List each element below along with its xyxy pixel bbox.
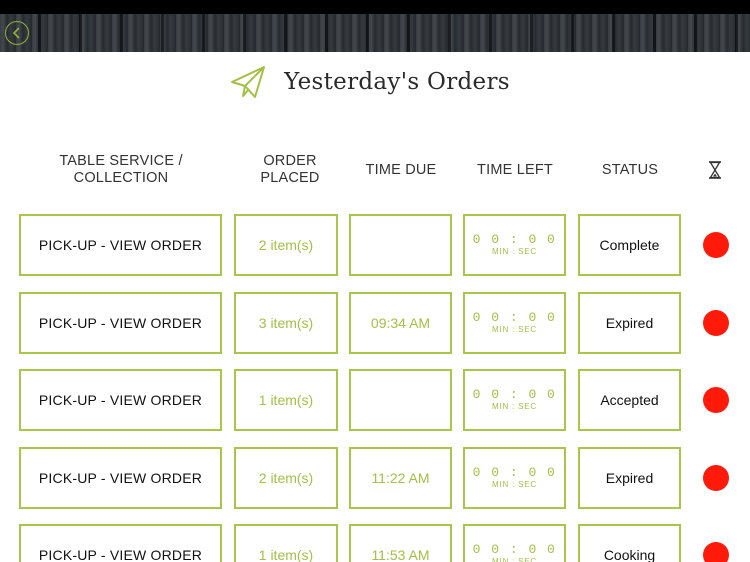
item-count: 1 item(s) bbox=[258, 392, 314, 408]
time-due: 11:22 AM bbox=[371, 470, 430, 486]
timer-units: MIN : SEC bbox=[492, 480, 537, 489]
order-row: PICK-UP - VIEW ORDER 1 item(s) 0 0 : 0 0 MI… bbox=[0, 369, 750, 431]
order-status: Cooking bbox=[603, 547, 656, 562]
time-due: 09:34 AM bbox=[370, 315, 431, 331]
view-order-button[interactable]: PICK-UP - VIEW ORDER bbox=[19, 524, 222, 562]
order-status: Complete bbox=[599, 237, 660, 253]
order-row: PICK-UP - VIEW ORDER 2 item(s) 11:22 AM 0 0… bbox=[0, 447, 750, 509]
column-header-status: STATUS bbox=[601, 161, 659, 178]
timer-units: MIN : SEC bbox=[492, 402, 537, 411]
timer-units: MIN : SEC bbox=[492, 325, 537, 334]
countdown-timer: 0 0 : 0 0 bbox=[472, 310, 557, 325]
page-title: Yesterday's Orders bbox=[284, 69, 510, 95]
time-due-cell: 09:34 AM bbox=[349, 292, 452, 354]
item-count: 2 item(s) bbox=[258, 237, 314, 253]
time-left-cell: 0 0 : 0 0 MIN : SEC bbox=[463, 524, 566, 562]
status-indicator-dot[interactable] bbox=[703, 310, 729, 336]
status-cell: Cooking bbox=[578, 524, 681, 562]
column-header-timer bbox=[700, 150, 730, 190]
status-indicator-dot[interactable] bbox=[703, 542, 729, 562]
time-left-cell: 0 0 : 0 0 MIN : SEC bbox=[463, 214, 566, 276]
service-label: PICK-UP - VIEW ORDER bbox=[38, 237, 203, 253]
order-placed-cell: 2 item(s) bbox=[234, 447, 338, 509]
order-row: PICK-UP - VIEW ORDER 3 item(s) 09:34 AM 0 0… bbox=[0, 292, 750, 354]
countdown-timer: 0 0 : 0 0 bbox=[472, 387, 557, 402]
chevron-left-icon bbox=[12, 27, 20, 39]
time-due-cell bbox=[349, 369, 452, 431]
countdown-timer: 0 0 : 0 0 bbox=[472, 232, 557, 247]
time-due: 11:53 AM bbox=[371, 547, 430, 562]
timer-units: MIN : SEC bbox=[492, 557, 537, 562]
hourglass-icon bbox=[709, 161, 721, 179]
status-indicator-dot[interactable] bbox=[703, 232, 729, 258]
column-header-order-placed: ORDER PLACED bbox=[260, 153, 320, 186]
item-count: 1 item(s) bbox=[258, 547, 314, 562]
view-order-button[interactable]: PICK-UP - VIEW ORDER bbox=[19, 292, 222, 354]
order-status: Expired bbox=[605, 315, 654, 331]
order-placed-cell: 2 item(s) bbox=[234, 214, 338, 276]
item-count: 3 item(s) bbox=[258, 315, 314, 331]
status-cell: Accepted bbox=[578, 369, 681, 431]
order-placed-cell: 3 item(s) bbox=[234, 292, 338, 354]
service-label: PICK-UP - VIEW ORDER bbox=[38, 547, 203, 562]
view-order-button[interactable]: PICK-UP - VIEW ORDER bbox=[19, 369, 222, 431]
status-cell: Expired bbox=[578, 447, 681, 509]
countdown-timer: 0 0 : 0 0 bbox=[472, 465, 557, 480]
time-due-cell: 11:22 AM bbox=[349, 447, 452, 509]
time-left-cell: 0 0 : 0 0 MIN : SEC bbox=[463, 369, 566, 431]
status-cell: Complete bbox=[578, 214, 681, 276]
column-header-time-left: TIME LEFT bbox=[477, 161, 553, 178]
countdown-timer: 0 0 : 0 0 bbox=[472, 542, 557, 557]
time-due-cell: 11:53 AM bbox=[349, 524, 452, 562]
column-header-time-due: TIME DUE bbox=[365, 161, 437, 178]
view-order-button[interactable]: PICK-UP - VIEW ORDER bbox=[19, 447, 222, 509]
item-count: 2 item(s) bbox=[258, 470, 314, 486]
service-label: PICK-UP - VIEW ORDER bbox=[38, 470, 203, 486]
service-label: PICK-UP - VIEW ORDER bbox=[38, 315, 203, 331]
order-status: Accepted bbox=[600, 392, 659, 408]
service-label: PICK-UP - VIEW ORDER bbox=[38, 392, 203, 408]
timer-units: MIN : SEC bbox=[492, 247, 537, 256]
time-due-cell bbox=[349, 214, 452, 276]
header-banner bbox=[0, 14, 750, 52]
paper-plane-icon bbox=[231, 66, 266, 98]
time-left-cell: 0 0 : 0 0 MIN : SEC bbox=[463, 447, 566, 509]
status-cell: Expired bbox=[578, 292, 681, 354]
page-header: Yesterday's Orders bbox=[0, 60, 750, 104]
time-left-cell: 0 0 : 0 0 MIN : SEC bbox=[463, 292, 566, 354]
back-button[interactable] bbox=[5, 21, 29, 45]
order-row: PICK-UP - VIEW ORDER 1 item(s) 11:53 AM 0 0… bbox=[0, 524, 750, 562]
status-indicator-dot[interactable] bbox=[703, 465, 729, 491]
status-indicator-dot[interactable] bbox=[703, 387, 729, 413]
order-placed-cell: 1 item(s) bbox=[234, 369, 338, 431]
order-row: PICK-UP - VIEW ORDER 2 item(s) 0 0 : 0 0 MI… bbox=[0, 214, 750, 276]
column-header-service: TABLE SERVICE / COLLECTION bbox=[59, 153, 183, 186]
order-placed-cell: 1 item(s) bbox=[234, 524, 338, 562]
status-bar bbox=[0, 0, 750, 14]
order-status: Expired bbox=[605, 470, 654, 486]
view-order-button[interactable]: PICK-UP - VIEW ORDER bbox=[19, 214, 222, 276]
